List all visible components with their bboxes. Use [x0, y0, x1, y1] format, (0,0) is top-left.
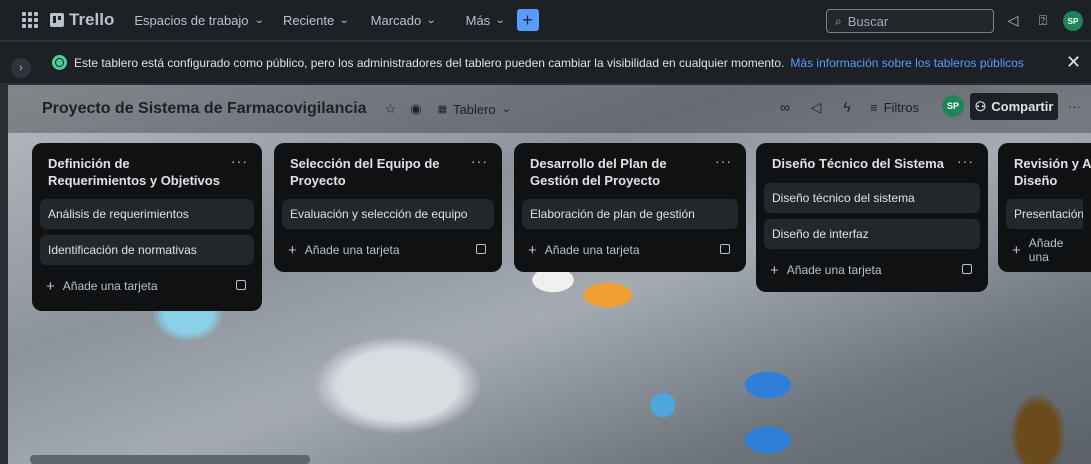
- nav-recent[interactable]: Reciente ⌄: [282, 12, 350, 28]
- template-icon[interactable]: [236, 280, 246, 290]
- board-title[interactable]: Proyecto de Sistema de Farmacovigilancia: [42, 100, 367, 118]
- plus-icon: +: [528, 241, 537, 259]
- list-title[interactable]: Selección del Equipo de Proyecto: [282, 151, 494, 189]
- globe-icon: [52, 55, 67, 70]
- template-icon[interactable]: [720, 244, 730, 254]
- trello-logo-icon: [50, 13, 64, 27]
- megaphone-icon[interactable]: ◁: [1004, 11, 1022, 29]
- nav-more[interactable]: Más ⌄: [465, 12, 506, 28]
- add-card-label: Añade una tarjeta: [304, 243, 400, 257]
- add-card-button[interactable]: + Añade una tarjeta: [40, 271, 254, 301]
- app-name: Trello: [69, 10, 115, 29]
- nav-workspaces-label: Espacios de trabajo: [134, 12, 249, 28]
- list-definicion: Definición de Requerimientos y Objetivos…: [32, 143, 262, 311]
- add-card-label: Añade una: [1028, 236, 1064, 264]
- trello-logo[interactable]: Trello: [50, 10, 114, 30]
- list-desarrollo: Desarrollo del Plan de Gestión del Proye…: [514, 143, 746, 272]
- list-title[interactable]: Diseño Técnico del Sistema: [764, 151, 980, 175]
- board-view-label: Tablero: [453, 101, 496, 117]
- lightning-icon[interactable]: ϟ: [838, 98, 856, 116]
- chevron-down-icon: ⌄: [500, 103, 512, 115]
- board-member-avatar[interactable]: SP: [942, 95, 964, 117]
- share-label: Compartir: [991, 99, 1054, 114]
- board-view-icon: ▦: [437, 103, 448, 115]
- card[interactable]: Identificación de normativas: [40, 235, 254, 265]
- automation-icon[interactable]: ◁: [807, 98, 825, 116]
- card[interactable]: Presentación d: [1006, 199, 1083, 229]
- add-card-button[interactable]: + Añade una tarjeta: [282, 235, 494, 265]
- list-diseno-tecnico: Diseño Técnico del Sistema ··· Diseño té…: [756, 143, 988, 292]
- nav-recent-label: Reciente: [282, 12, 335, 28]
- help-icon[interactable]: ⍰: [1034, 11, 1052, 29]
- nav-more-label: Más: [465, 12, 491, 28]
- plus-icon: +: [46, 277, 55, 295]
- top-navigation-bar: Trello Espacios de trabajo ⌄ Reciente ⌄ Ma…: [0, 0, 1091, 40]
- card[interactable]: Diseño de interfaz: [764, 219, 980, 249]
- search-placeholder: Buscar: [847, 13, 889, 29]
- nav-starred-label: Marcado: [370, 12, 422, 28]
- card[interactable]: Evaluación y selección de equipo: [282, 199, 494, 229]
- create-button[interactable]: +: [516, 9, 539, 31]
- add-card-label: Añade una tarjeta: [62, 279, 158, 293]
- list-menu-icon[interactable]: ···: [715, 153, 732, 169]
- app-switcher-icon[interactable]: [22, 12, 38, 28]
- search-icon: ⌕: [835, 13, 842, 28]
- list-menu-icon[interactable]: ···: [471, 153, 488, 169]
- list-revision: Revisión y Apr Diseño Presentación d + Añ…: [998, 143, 1091, 272]
- close-banner-icon[interactable]: ✕: [1066, 52, 1081, 73]
- chevron-down-icon: ⌄: [253, 14, 265, 26]
- plus-icon: +: [770, 261, 779, 279]
- template-icon[interactable]: [476, 244, 486, 254]
- plus-icon: +: [288, 241, 297, 259]
- list-title[interactable]: Desarrollo del Plan de Gestión del Proye…: [522, 151, 738, 189]
- chevron-down-icon: ⌄: [425, 14, 437, 26]
- add-card-button[interactable]: + Añade una tarjeta: [764, 255, 980, 285]
- chevron-down-icon: ⌄: [494, 14, 506, 26]
- add-card-button[interactable]: + Añade una tarjeta: [522, 235, 738, 265]
- nav-workspaces[interactable]: Espacios de trabajo ⌄: [134, 12, 265, 28]
- list-menu-icon[interactable]: ···: [231, 153, 248, 169]
- filters-button[interactable]: ≡ Filtros: [870, 100, 919, 115]
- person-icon: ⚇: [974, 98, 987, 114]
- board-header: Proyecto de Sistema de Farmacovigilancia…: [8, 85, 1091, 133]
- horizontal-scrollbar[interactable]: [30, 455, 310, 464]
- search-input[interactable]: ⌕ Buscar: [826, 9, 994, 33]
- card[interactable]: Elaboración de plan de gestión: [522, 199, 738, 229]
- star-icon[interactable]: ☆: [385, 101, 397, 117]
- plus-icon: +: [1012, 241, 1021, 259]
- list-title[interactable]: Revisión y Apr Diseño: [1006, 151, 1091, 189]
- share-button[interactable]: ⚇ Compartir: [970, 93, 1058, 120]
- add-card-label: Añade una tarjeta: [786, 263, 882, 277]
- expand-sidebar-button[interactable]: ›: [11, 58, 31, 78]
- add-card-label: Añade una tarjeta: [544, 243, 640, 257]
- card[interactable]: Análisis de requerimientos: [40, 199, 254, 229]
- power-ups-icon[interactable]: ∞: [776, 98, 794, 116]
- filters-label: Filtros: [883, 100, 919, 115]
- public-board-banner: Este tablero está configurado como públi…: [0, 42, 1091, 83]
- banner-message: Este tablero está configurado como públi…: [74, 55, 785, 70]
- list-title[interactable]: Definición de Requerimientos y Objetivos: [40, 151, 254, 189]
- visibility-globe-icon[interactable]: ◉: [410, 101, 421, 117]
- chevron-down-icon: ⌄: [338, 14, 350, 26]
- add-card-button[interactable]: + Añade una: [1006, 235, 1083, 265]
- card[interactable]: Diseño técnico del sistema: [764, 183, 980, 213]
- list-seleccion: Selección del Equipo de Proyecto ··· Eva…: [274, 143, 502, 272]
- banner-link[interactable]: Más información sobre los tableros públi…: [790, 56, 1023, 70]
- list-menu-icon[interactable]: ···: [957, 153, 974, 169]
- board-menu-icon[interactable]: ···: [1068, 99, 1081, 114]
- nav-starred[interactable]: Marcado ⌄: [370, 12, 437, 28]
- template-icon[interactable]: [962, 264, 972, 274]
- board-view-switcher[interactable]: ▦ Tablero ⌄: [437, 101, 512, 117]
- filter-icon: ≡: [870, 100, 878, 115]
- user-avatar[interactable]: SP: [1063, 11, 1083, 31]
